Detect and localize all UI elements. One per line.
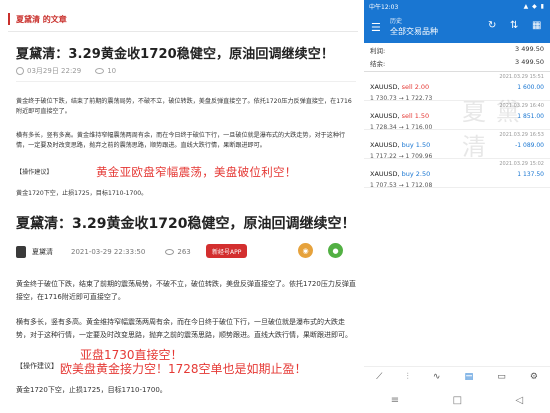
article-page: 夏黛清 的文章 夏黛清：3.29黄金收1720稳健空，原油回调继续空！ 03月2… [0,0,362,413]
article2-meta: 夏黛清 2021-03-29 22:33:50 263 新经号APP ◉ ● [16,243,356,259]
article1-paragraph-2: 横有多长，竖有多高。黄金维持窄幅震荡两周有余，而在今日终于破位下行，一旦破位就是… [16,132,346,149]
app-header: ☰ 历史 全部交易品种 ↻ ⇅ ▦ [364,13,550,43]
back-icon[interactable]: ◁ [516,395,524,406]
article1-date: 03月29日 22:29 [27,67,82,75]
balance-value: 3 499.50 [515,58,544,66]
article2-views: 263 [177,248,191,256]
chart-icon[interactable]: ⫶ [407,372,409,382]
position-profit: 1 600.00 [517,84,544,91]
article2-paragraph-1: 黄金终于破位下跌，结束了前期的震荡局势，不破不立，破位转跌，美盘反弹直接空了。依… [16,280,356,301]
status-bar: 中午12:03 ▲ ◆ ▮ [364,0,550,13]
system-nav: ≡ □ ◁ [364,387,550,413]
wechat-share-icon[interactable]: ● [328,243,343,258]
balance-row: 结余: 3 499.50 [370,58,544,70]
article2-author[interactable]: 夏黛清 [32,247,53,257]
divider [16,81,356,82]
article1-meta: 03月29日 22:29 10 [16,66,116,76]
article1-overlay-annotation: 黄金亚欧盘窄幅震荡，美盘破位利空！ [96,165,297,179]
quotes-icon[interactable]: ⟋ [376,372,382,382]
divider [364,71,550,72]
article-list-title[interactable]: 夏黛清 的文章 [16,14,67,25]
bottom-nav: ⟋ ⫶ ∿ ▤ ▭ ⚙ [364,366,550,386]
article2-overlay-annotation-2: 欧美盘黄金接力空！1728空单也是如期止盈！ [60,360,307,377]
calendar-icon[interactable]: ▦ [532,20,541,31]
page-title[interactable]: 全部交易品种 [390,26,438,37]
refresh-icon[interactable]: ↻ [488,20,496,31]
clock-icon [16,67,24,75]
article2-paragraph-2: 横有多长，竖有多高。黄金维持窄幅震荡两周有余，而在今日终于破位下行，一旦破位就是… [16,318,352,339]
position-side: buy 1.50 [401,141,431,149]
position-profit: 1 137.50 [517,171,544,178]
position-symbol: XAUUSD, [370,170,400,178]
menu-icon[interactable]: ☰ [371,21,381,34]
watermark: 夏黛清 [462,98,530,161]
position-symbol: XAUUSD, [370,141,400,149]
position-side: buy 2.50 [401,170,431,178]
history-icon[interactable]: ▤ [465,372,474,382]
news-icon[interactable]: ▭ [497,372,506,382]
divider [8,31,358,32]
profit-value: 3 499.50 [515,45,544,53]
position-time: 2021.03.29 15:51 [499,74,544,80]
menu-icon[interactable]: ≡ [391,395,399,406]
avatar[interactable] [16,246,26,258]
divider [364,187,550,188]
article2-advice-text: 黄金1720下空，止损1725，目标1710-1700。 [16,386,167,394]
eye-icon [95,68,105,74]
position-symbol: XAUUSD, [370,112,400,120]
position-row[interactable]: XAUUSD, buy 2.50 2021.03.29 15:02 1 707.5… [370,161,544,189]
status-icons: ▲ ◆ ▮ [523,3,545,10]
position-symbol: XAUUSD, [370,83,400,91]
history-label: 历史 [390,18,403,25]
header-accent-bar [8,13,10,25]
status-time: 中午12:03 [369,4,399,11]
article1-paragraph-1: 黄金终于破位下跌，结束了前期的震荡局势，不破不立，破位转跌，美盘反弹直接空了。依… [16,98,352,115]
article2-title[interactable]: 夏黛清：3.29黄金收1720稳健空，原油回调继续空！ [16,213,356,233]
trade-icon[interactable]: ∿ [433,372,441,382]
balance-label: 结余: [370,60,386,68]
open-app-button[interactable]: 新经号APP [206,244,248,258]
article1-views: 10 [107,67,117,75]
article-list-header: 夏黛清 的文章 [8,12,67,26]
sort-icon[interactable]: ⇅ [510,20,518,31]
home-icon[interactable]: □ [453,395,462,406]
trading-app: 中午12:03 ▲ ◆ ▮ ☰ 历史 全部交易品种 ↻ ⇅ ▦ 利润: 3 49… [364,0,550,413]
eye-icon [165,249,175,255]
article1-title[interactable]: 夏黛清：3.29黄金收1720稳健空，原油回调继续空！ [16,43,356,62]
position-side: sell 1.50 [401,112,430,120]
profit-label: 利润: [370,47,386,55]
position-side: sell 2.00 [401,83,430,91]
article2-date: 2021-03-29 22:33:50 [71,248,146,256]
article1-advice-text: 黄金1720下空，止损1725，目标1710-1700。 [16,190,148,197]
weibo-share-icon[interactable]: ◉ [298,243,313,258]
profit-row: 利润: 3 499.50 [370,45,544,57]
settings-icon[interactable]: ⚙ [530,372,538,382]
